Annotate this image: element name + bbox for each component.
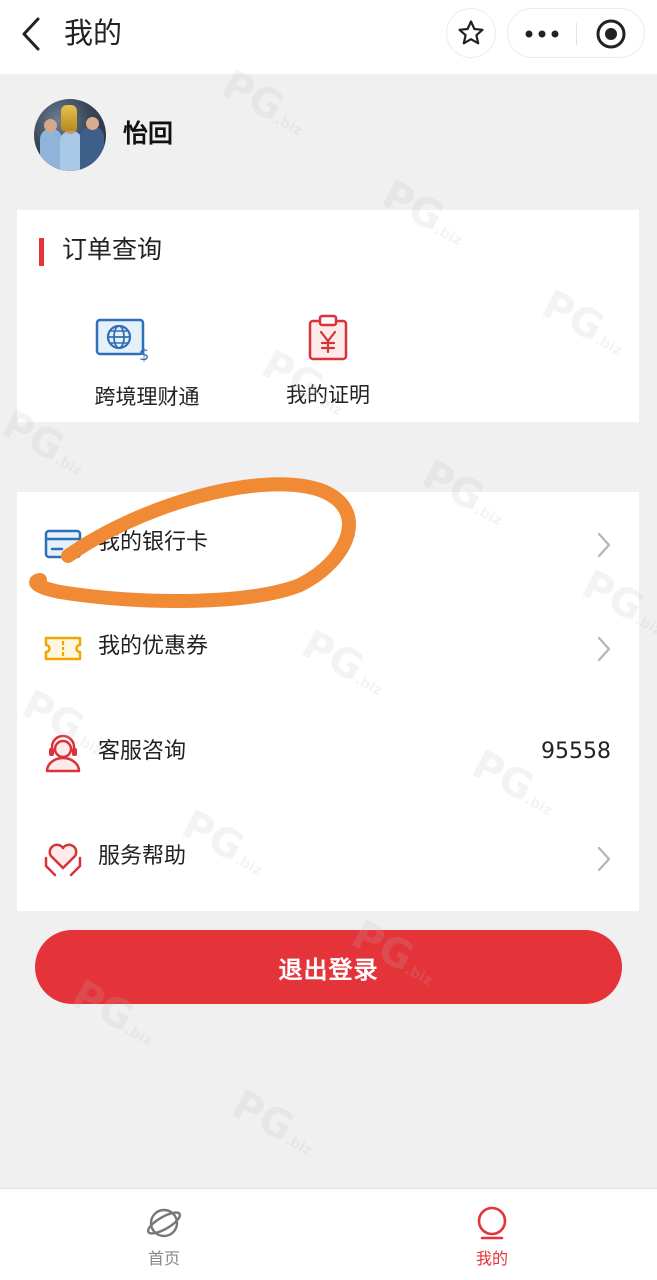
tab-home[interactable]: 首页: [89, 1189, 239, 1280]
menu-item-label: 客服咨询: [98, 739, 187, 764]
logout-button[interactable]: 退出登录: [35, 930, 622, 1004]
planet-icon: [146, 1205, 182, 1241]
tab-label: 首页: [147, 1249, 180, 1268]
more-dots-icon: [525, 30, 559, 38]
chevron-right-icon: [597, 532, 611, 558]
customer-service-icon: [43, 733, 83, 773]
page-title: 我的: [64, 16, 123, 50]
mini-program-capsule: [507, 8, 645, 58]
my-certificate-label: 我的证明: [286, 383, 370, 407]
chevron-right-icon: [597, 846, 611, 872]
top-navigation-bar: 我的: [0, 0, 657, 74]
more-options-button[interactable]: [508, 9, 576, 59]
cross-border-wealth-label: 跨境理财通: [94, 385, 200, 409]
order-query-title: 订单查询: [62, 235, 163, 264]
service-hotline-number[interactable]: 95558: [541, 735, 611, 769]
menu-item-customer-service[interactable]: 客服咨询 95558: [17, 701, 639, 805]
chevron-right-icon: [597, 636, 611, 662]
svg-text:$: $: [139, 345, 149, 362]
back-arrow-icon[interactable]: [18, 16, 48, 52]
heart-hands-icon: [43, 838, 83, 878]
globe-card-icon: $: [95, 318, 151, 364]
avatar[interactable]: [34, 99, 106, 171]
favorite-button[interactable]: [446, 8, 496, 58]
menu-item-coupon[interactable]: 我的优惠券: [17, 596, 639, 700]
menu-item-label: 服务帮助: [98, 844, 187, 869]
person-icon: [474, 1205, 510, 1241]
cross-border-wealth-entry[interactable]: $ 跨境理财通: [42, 308, 252, 409]
username: 怡回: [123, 119, 174, 148]
bottom-tab-bar: 首页 我的: [0, 1188, 657, 1280]
watermark: PG.biz: [224, 1081, 315, 1160]
menu-item-bank-card[interactable]: 我的银行卡: [17, 492, 639, 596]
coupon-icon: [43, 628, 83, 668]
menu-item-service-help[interactable]: 服务帮助: [17, 806, 639, 910]
section-accent-bar: [39, 238, 44, 266]
my-certificate-entry[interactable]: 我的证明: [253, 308, 403, 408]
menu-item-label: 我的银行卡: [98, 530, 209, 555]
order-query-card: 订单查询 $ 跨境理财通 我的证明: [17, 210, 639, 422]
tab-mine[interactable]: 我的: [417, 1189, 567, 1280]
bank-card-icon: [43, 524, 83, 564]
menu-item-label: 我的优惠券: [98, 634, 209, 659]
target-circle-icon: [596, 19, 626, 49]
close-mini-program-button[interactable]: [577, 9, 645, 59]
menu-list-card: 我的银行卡 我的优惠券 客服咨询 95558 服务帮助: [17, 492, 639, 911]
yuan-clipboard-icon: [306, 314, 350, 362]
star-icon: [458, 20, 484, 45]
tab-label: 我的: [475, 1249, 508, 1268]
